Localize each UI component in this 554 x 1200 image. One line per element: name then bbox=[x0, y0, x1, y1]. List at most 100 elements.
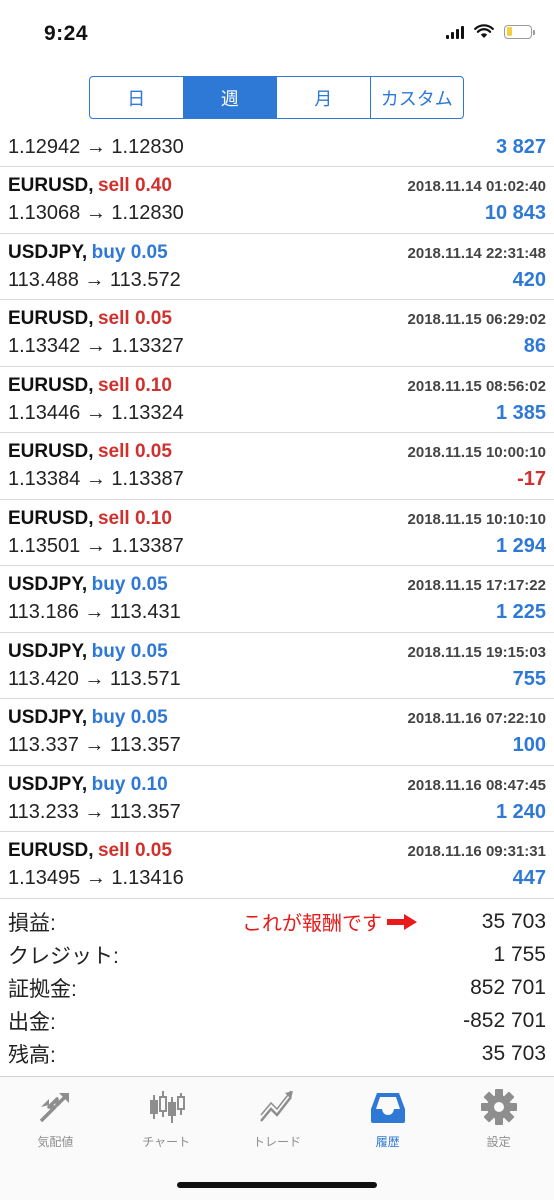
period-tab-month[interactable]: 月 bbox=[277, 77, 371, 118]
summary-row-deposit: 証拠金: 852 701 bbox=[0, 971, 554, 1004]
status-time: 9:24 bbox=[44, 22, 89, 45]
summary-row-profit: 損益: これが報酬です 35 703 bbox=[0, 905, 554, 938]
trade-symbol: EURUSD, bbox=[8, 308, 94, 329]
home-indicator bbox=[177, 1182, 377, 1188]
trade-row[interactable]: USDJPY, buy 0.10 2018.11.16 08:47:45 113.2… bbox=[0, 766, 554, 832]
trade-profit: 420 bbox=[512, 268, 546, 291]
trade-profit: 1 385 bbox=[495, 401, 546, 424]
trade-side-volume: buy 0.05 bbox=[91, 640, 168, 662]
trade-prices: 113.337 → 113.357 bbox=[8, 734, 181, 756]
history-inbox-icon bbox=[370, 1093, 405, 1123]
tab-label: 設定 bbox=[486, 1135, 511, 1149]
trade-side-volume: sell 0.05 bbox=[97, 441, 172, 462]
trade-prices: 113.420 → 113.571 bbox=[8, 667, 181, 690]
tab-label: 履歴 bbox=[375, 1135, 400, 1149]
account-summary: 損益: これが報酬です 35 703 クレジット: 1 755 証拠金: 852… bbox=[0, 905, 554, 1070]
summary-value: -852 701 bbox=[463, 1008, 546, 1032]
trade-prices: 1.13501 → 1.13387 bbox=[8, 534, 184, 557]
period-tab-week[interactable]: 週 bbox=[183, 77, 277, 118]
tab-chart[interactable]: チャート bbox=[111, 1077, 222, 1157]
trade-prices: 1.12942 → 1.12830 bbox=[8, 136, 184, 158]
trade-side-volume: sell 0.40 bbox=[97, 175, 172, 196]
trade-prices: 113.233 → 113.357 bbox=[8, 800, 181, 823]
summary-label: 残高: bbox=[8, 1043, 56, 1067]
trade-prices: 113.186 → 113.431 bbox=[8, 601, 181, 623]
trade-symbol: USDJPY, bbox=[8, 773, 88, 795]
trade-symbol: EURUSD, bbox=[8, 507, 94, 529]
trade-profit: 3 827 bbox=[495, 136, 546, 158]
trade-profit: 1 294 bbox=[495, 534, 546, 557]
tab-label: チャート bbox=[142, 1135, 191, 1149]
red-arrow-icon bbox=[387, 913, 417, 930]
tab-history[interactable]: 履歴 bbox=[332, 1077, 443, 1157]
trade-row[interactable]: EURUSD, sell 0.40 2018.11.14 01:02:40 1.13… bbox=[0, 167, 554, 234]
trade-prices: 1.13384 → 1.13387 bbox=[8, 468, 184, 490]
trade-profit: 447 bbox=[512, 867, 546, 889]
trade-profit: 1 225 bbox=[495, 601, 546, 623]
trade-profit: 100 bbox=[512, 734, 546, 756]
quotes-arrow-icon bbox=[40, 1093, 70, 1123]
summary-label: クレジット: bbox=[8, 944, 119, 968]
trade-profit: 86 bbox=[523, 335, 546, 357]
summary-label: 証拠金: bbox=[8, 977, 77, 1001]
trade-side-volume: sell 0.05 bbox=[97, 308, 172, 329]
trade-prices: 1.13495 → 1.13416 bbox=[8, 867, 184, 889]
trade-symbol: EURUSD, bbox=[8, 441, 94, 462]
tab-label: トレード bbox=[252, 1135, 301, 1149]
gear-icon bbox=[480, 1089, 517, 1125]
trade-datetime: 2018.11.16 08:47:45 bbox=[407, 776, 546, 794]
trade-datetime: 2018.11.14 22:31:48 bbox=[407, 244, 546, 262]
summary-value: 852 701 bbox=[470, 975, 546, 999]
cellular-signal-icon bbox=[446, 25, 464, 39]
trade-datetime: 2018.11.15 10:10:10 bbox=[407, 510, 546, 528]
summary-row-withdrawal: 出金: -852 701 bbox=[0, 1004, 554, 1037]
tab-trade[interactable]: トレード bbox=[222, 1077, 333, 1157]
trade-prices: 1.13068 → 1.12830 bbox=[8, 202, 184, 224]
period-tab-custom[interactable]: カスタム bbox=[371, 77, 464, 118]
trade-row[interactable]: EURUSD, sell 0.05 2018.11.15 06:29:02 1.13… bbox=[0, 300, 554, 367]
wifi-icon bbox=[474, 24, 494, 38]
summary-row-credit: クレジット: 1 755 bbox=[0, 938, 554, 971]
trade-row[interactable]: USDJPY, buy 0.05 2018.11.15 19:15:03 113.4… bbox=[0, 633, 554, 699]
trade-datetime: 2018.11.15 06:29:02 bbox=[407, 311, 546, 328]
trade-symbol: EURUSD, bbox=[8, 175, 94, 196]
status-bar: 9:24 bbox=[0, 0, 554, 68]
trade-datetime: 2018.11.15 19:15:03 bbox=[407, 643, 546, 661]
trade-row[interactable]: EURUSD, sell 0.10 2018.11.15 10:10:10 1.13… bbox=[0, 500, 554, 566]
trade-row[interactable]: USDJPY, buy 0.05 2018.11.16 07:22:10 113.3… bbox=[0, 699, 554, 766]
trade-profit: 755 bbox=[512, 667, 546, 690]
trade-symbol: EURUSD, bbox=[8, 840, 94, 861]
trade-side-volume: buy 0.05 bbox=[91, 707, 168, 728]
battery-icon bbox=[504, 24, 535, 39]
summary-value: 1 755 bbox=[493, 942, 546, 966]
trade-symbol: USDJPY, bbox=[8, 574, 88, 595]
trade-profit: -17 bbox=[517, 468, 546, 490]
trade-side-volume: sell 0.10 bbox=[97, 507, 172, 529]
trade-row-partial[interactable]: 1.12942 → 1.12830 3 827 bbox=[0, 132, 554, 167]
trade-datetime: 2018.11.15 08:56:02 bbox=[407, 377, 546, 395]
trade-side-volume: buy 0.05 bbox=[91, 574, 168, 595]
trade-row[interactable]: EURUSD, sell 0.05 2018.11.15 10:00:10 1.13… bbox=[0, 433, 554, 500]
trade-row[interactable]: EURUSD, sell 0.05 2018.11.16 09:31:31 1.13… bbox=[0, 832, 554, 899]
trade-row[interactable]: USDJPY, buy 0.05 2018.11.14 22:31:48 113.4… bbox=[0, 234, 554, 300]
trade-row[interactable]: EURUSD, sell 0.10 2018.11.15 08:56:02 1.13… bbox=[0, 367, 554, 433]
trade-datetime: 2018.11.14 01:02:40 bbox=[407, 178, 546, 195]
tab-settings[interactable]: 設定 bbox=[443, 1077, 554, 1157]
trade-datetime: 2018.11.15 17:17:22 bbox=[407, 577, 546, 594]
trade-side-volume: buy 0.05 bbox=[91, 241, 168, 263]
trade-row[interactable]: USDJPY, buy 0.05 2018.11.15 17:17:22 113.1… bbox=[0, 566, 554, 633]
summary-value: 35 703 bbox=[481, 909, 546, 933]
status-icons bbox=[446, 24, 535, 39]
trade-datetime: 2018.11.16 07:22:10 bbox=[407, 710, 546, 727]
tab-quotes[interactable]: 気配値 bbox=[0, 1077, 111, 1157]
candlestick-chart-icon bbox=[150, 1091, 186, 1123]
summary-label: 出金: bbox=[8, 1010, 56, 1034]
trade-chart-icon bbox=[260, 1090, 293, 1122]
trade-symbol: USDJPY, bbox=[8, 640, 88, 662]
summary-label: 損益: bbox=[8, 911, 56, 935]
tab-label: 気配値 bbox=[37, 1135, 74, 1149]
trade-profit: 1 240 bbox=[495, 800, 546, 823]
period-segmented-control: 日 週 月 カスタム bbox=[89, 76, 464, 119]
trade-prices: 1.13342 → 1.13327 bbox=[8, 335, 184, 357]
period-tab-day[interactable]: 日 bbox=[90, 77, 184, 118]
